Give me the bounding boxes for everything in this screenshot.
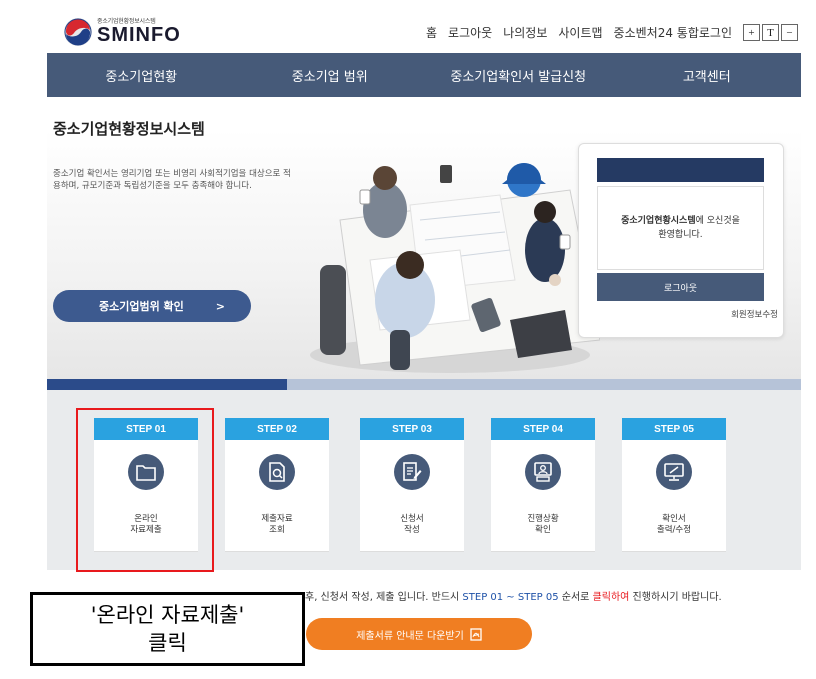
instruction-part: 진행하시기 바랍니다. bbox=[629, 592, 722, 603]
instruction-part: 순서로 bbox=[558, 592, 593, 603]
integrated-login-link[interactable]: 중소벤처24 통합로그인 bbox=[614, 24, 732, 41]
document-search-icon bbox=[259, 454, 295, 490]
hero-bar-active bbox=[47, 379, 287, 390]
step-tab: STEP 03 bbox=[360, 418, 464, 440]
logo-title: SMINFO bbox=[97, 24, 181, 46]
instruction-step-range: STEP 01 ~ STEP 05 bbox=[462, 592, 559, 603]
step-04-progress-check[interactable]: STEP 04 진행상황 확인 bbox=[491, 418, 595, 552]
callout-line2: 클릭 bbox=[148, 631, 187, 655]
person-monitor-icon bbox=[525, 454, 561, 490]
step-03-application-form[interactable]: STEP 03 신청서 작성 bbox=[360, 418, 464, 552]
font-decrease-button[interactable]: − bbox=[781, 24, 798, 41]
nav-sme-status[interactable]: 중소기업현황 bbox=[47, 53, 236, 97]
step-label: 제출자료 조회 bbox=[261, 514, 293, 535]
download-guide-label: 제출서류 안내문 다운받기 bbox=[356, 630, 464, 642]
welcome-message: 중소기업현황시스템에 오신것을 환영합니다. bbox=[597, 186, 764, 270]
home-link[interactable]: 홈 bbox=[426, 24, 437, 41]
edit-document-icon bbox=[394, 454, 430, 490]
utility-nav: 홈 로그아웃 나의정보 사이트맵 중소벤처24 통합로그인 + T − bbox=[426, 24, 798, 41]
step-02-submitted-docs[interactable]: STEP 02 제출자료 조회 bbox=[225, 418, 329, 552]
print-monitor-icon bbox=[656, 454, 692, 490]
sitemap-link[interactable]: 사이트맵 bbox=[558, 24, 602, 41]
login-panel-header bbox=[597, 158, 764, 182]
step-label: 진행상황 확인 bbox=[527, 514, 559, 535]
chevron-right-icon: > bbox=[215, 299, 225, 313]
welcome-text-line2: 환영합니다. bbox=[658, 230, 703, 240]
step-instruction-text: 후, 신청서 작성, 제출 입니다. 반드시 STEP 01 ~ STEP 05… bbox=[305, 588, 722, 603]
page-title: 중소기업현황정보시스템 bbox=[53, 120, 205, 138]
step-tab: STEP 05 bbox=[622, 418, 726, 440]
nav-sme-scope[interactable]: 중소기업 범위 bbox=[236, 53, 425, 97]
welcome-system-name: 중소기업현황시스템 bbox=[621, 216, 696, 226]
office-workers-illustration bbox=[310, 163, 600, 373]
logout-link[interactable]: 로그아웃 bbox=[448, 24, 492, 41]
font-increase-button[interactable]: + bbox=[743, 24, 760, 41]
hero-description: 중소기업 확인서는 영리기업 또는 비영리 사회적기업을 대상으로 적용하며, … bbox=[53, 169, 291, 191]
step-tab: STEP 04 bbox=[491, 418, 595, 440]
step-label: 신청서 작성 bbox=[400, 514, 424, 535]
nav-customer-center[interactable]: 고객센터 bbox=[613, 53, 802, 97]
pdf-icon bbox=[470, 627, 482, 641]
sme-scope-check-button[interactable]: 중소기업범위 확인 > bbox=[53, 290, 251, 322]
hero-bar-inactive bbox=[287, 379, 801, 390]
logout-button[interactable]: 로그아웃 bbox=[597, 273, 764, 301]
main-nav: 중소기업현황 중소기업 범위 중소기업확인서 발급신청 고객센터 bbox=[47, 53, 801, 97]
instruction-callout: '온라인 자료제출' 클릭 bbox=[30, 592, 305, 666]
step-01-highlight-box bbox=[76, 408, 214, 572]
download-guide-button[interactable]: 제출서류 안내문 다운받기 bbox=[306, 618, 532, 650]
site-logo[interactable]: 중소기업현황정보시스템 SMINFO bbox=[63, 16, 223, 48]
hero-progress-bar bbox=[47, 379, 801, 390]
nav-certificate-apply[interactable]: 중소기업확인서 발급신청 bbox=[424, 53, 613, 97]
sme-scope-check-label: 중소기업범위 확인 bbox=[99, 300, 184, 313]
callout-line1: '온라인 자료제출' bbox=[90, 603, 245, 627]
step-tab: STEP 02 bbox=[225, 418, 329, 440]
step-label: 확인서 출력/수정 bbox=[656, 514, 692, 535]
instruction-click-emphasis: 클릭하여 bbox=[592, 592, 630, 603]
font-reset-button[interactable]: T bbox=[762, 24, 779, 41]
instruction-part: 후, 신청서 작성, 제출 입니다. 반드시 bbox=[305, 592, 463, 603]
government-emblem-icon bbox=[64, 18, 92, 46]
step-05-certificate-print[interactable]: STEP 05 확인서 출력/수정 bbox=[622, 418, 726, 552]
welcome-text: 에 오신것을 bbox=[695, 216, 740, 226]
my-info-link[interactable]: 나의정보 bbox=[503, 24, 547, 41]
font-size-controls: + T − bbox=[743, 24, 798, 41]
member-edit-link[interactable]: 회원정보수정 bbox=[731, 308, 778, 320]
